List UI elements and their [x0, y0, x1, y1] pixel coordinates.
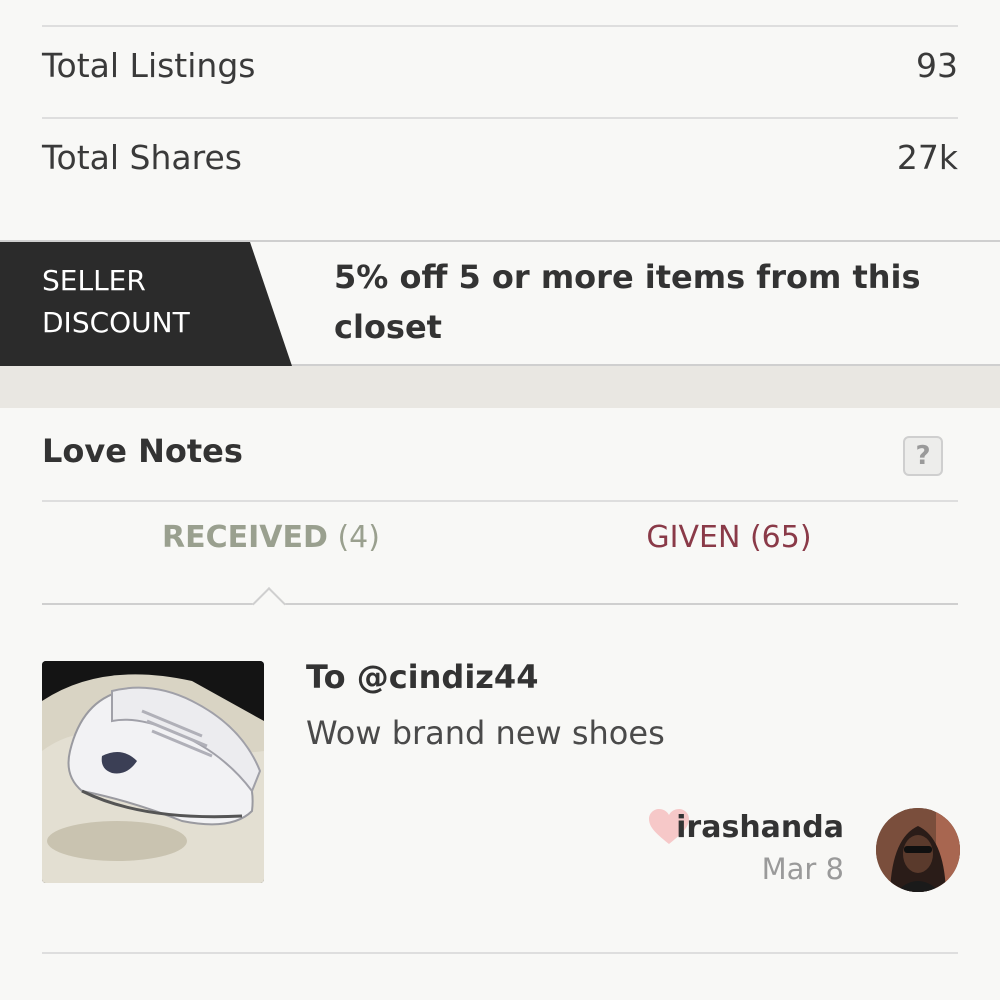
shoe-photo-icon: [42, 661, 264, 883]
love-notes-tabs: RECEIVED (4) GIVEN (65): [42, 520, 958, 580]
avatar-icon: [876, 808, 960, 892]
tab-received[interactable]: RECEIVED (4): [42, 520, 500, 555]
love-notes-title: Love Notes: [42, 432, 243, 470]
stat-total-listings: Total Listings 93: [42, 20, 958, 110]
seller-discount-tag-line1: SELLER: [42, 264, 146, 297]
stat-label: Total Listings: [42, 45, 256, 85]
tab-given[interactable]: GIVEN (65): [500, 520, 958, 555]
closet-info-page: Total Listings 93 Total Shares 27k SELLE…: [0, 0, 1000, 1000]
seller-discount-text: 5% off 5 or more items from this closet: [334, 258, 921, 346]
divider: [42, 500, 958, 502]
tab-received-label: RECEIVED: [162, 520, 328, 555]
tab-received-count: (4): [337, 520, 380, 555]
seller-discount-banner: SELLER DISCOUNT 5% off 5 or more items f…: [0, 240, 1000, 366]
love-note-author[interactable]: irashanda: [676, 810, 844, 845]
seller-discount-tag: SELLER DISCOUNT: [0, 242, 292, 366]
love-note-message: Wow brand new shoes: [306, 714, 665, 752]
help-button[interactable]: ?: [903, 436, 943, 476]
shoe-photo-thumbnail[interactable]: [42, 661, 264, 883]
section-separator: [0, 366, 1000, 408]
avatar[interactable]: [876, 808, 960, 892]
tab-underline: [42, 603, 958, 605]
stat-value: 93: [916, 45, 958, 85]
seller-discount-tag-line2: DISCOUNT: [42, 306, 190, 339]
love-note-recipient[interactable]: To @cindiz44: [306, 658, 538, 696]
divider: [42, 952, 958, 954]
stat-label: Total Shares: [42, 137, 242, 177]
stat-value: 27k: [896, 137, 958, 177]
stat-total-shares: Total Shares 27k: [42, 112, 958, 202]
love-note-date: Mar 8: [761, 852, 844, 886]
tab-active-caret: [252, 587, 286, 621]
